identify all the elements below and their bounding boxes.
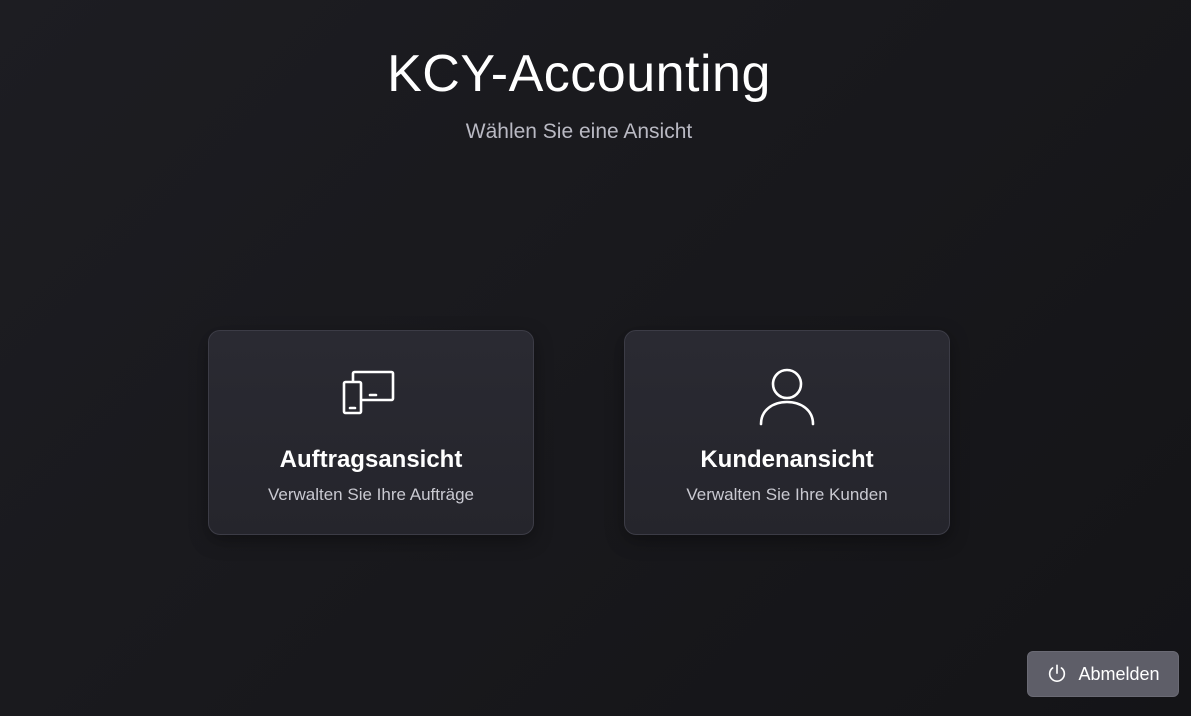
page-subtitle: Wählen Sie eine Ansicht — [465, 120, 693, 143]
person-icon — [755, 363, 819, 427]
customers-view-card[interactable]: Kundenansicht Verwalten Sie Ihre Kunden — [624, 330, 950, 535]
customers-view-title: Kundenansicht — [700, 446, 874, 473]
customers-view-description: Verwalten Sie Ihre Kunden — [686, 485, 888, 504]
orders-view-card[interactable]: Auftragsansicht Verwalten Sie Ihre Auftr… — [208, 330, 534, 535]
devices-icon — [339, 363, 403, 427]
logout-label: Abmelden — [1078, 664, 1160, 684]
logout-button[interactable]: Abmelden — [1027, 651, 1179, 697]
power-icon — [1049, 664, 1066, 682]
orders-view-title: Auftragsansicht — [279, 446, 463, 473]
orders-view-description: Verwalten Sie Ihre Aufträge — [267, 485, 475, 504]
app-title: KCY-Accounting — [387, 45, 771, 103]
